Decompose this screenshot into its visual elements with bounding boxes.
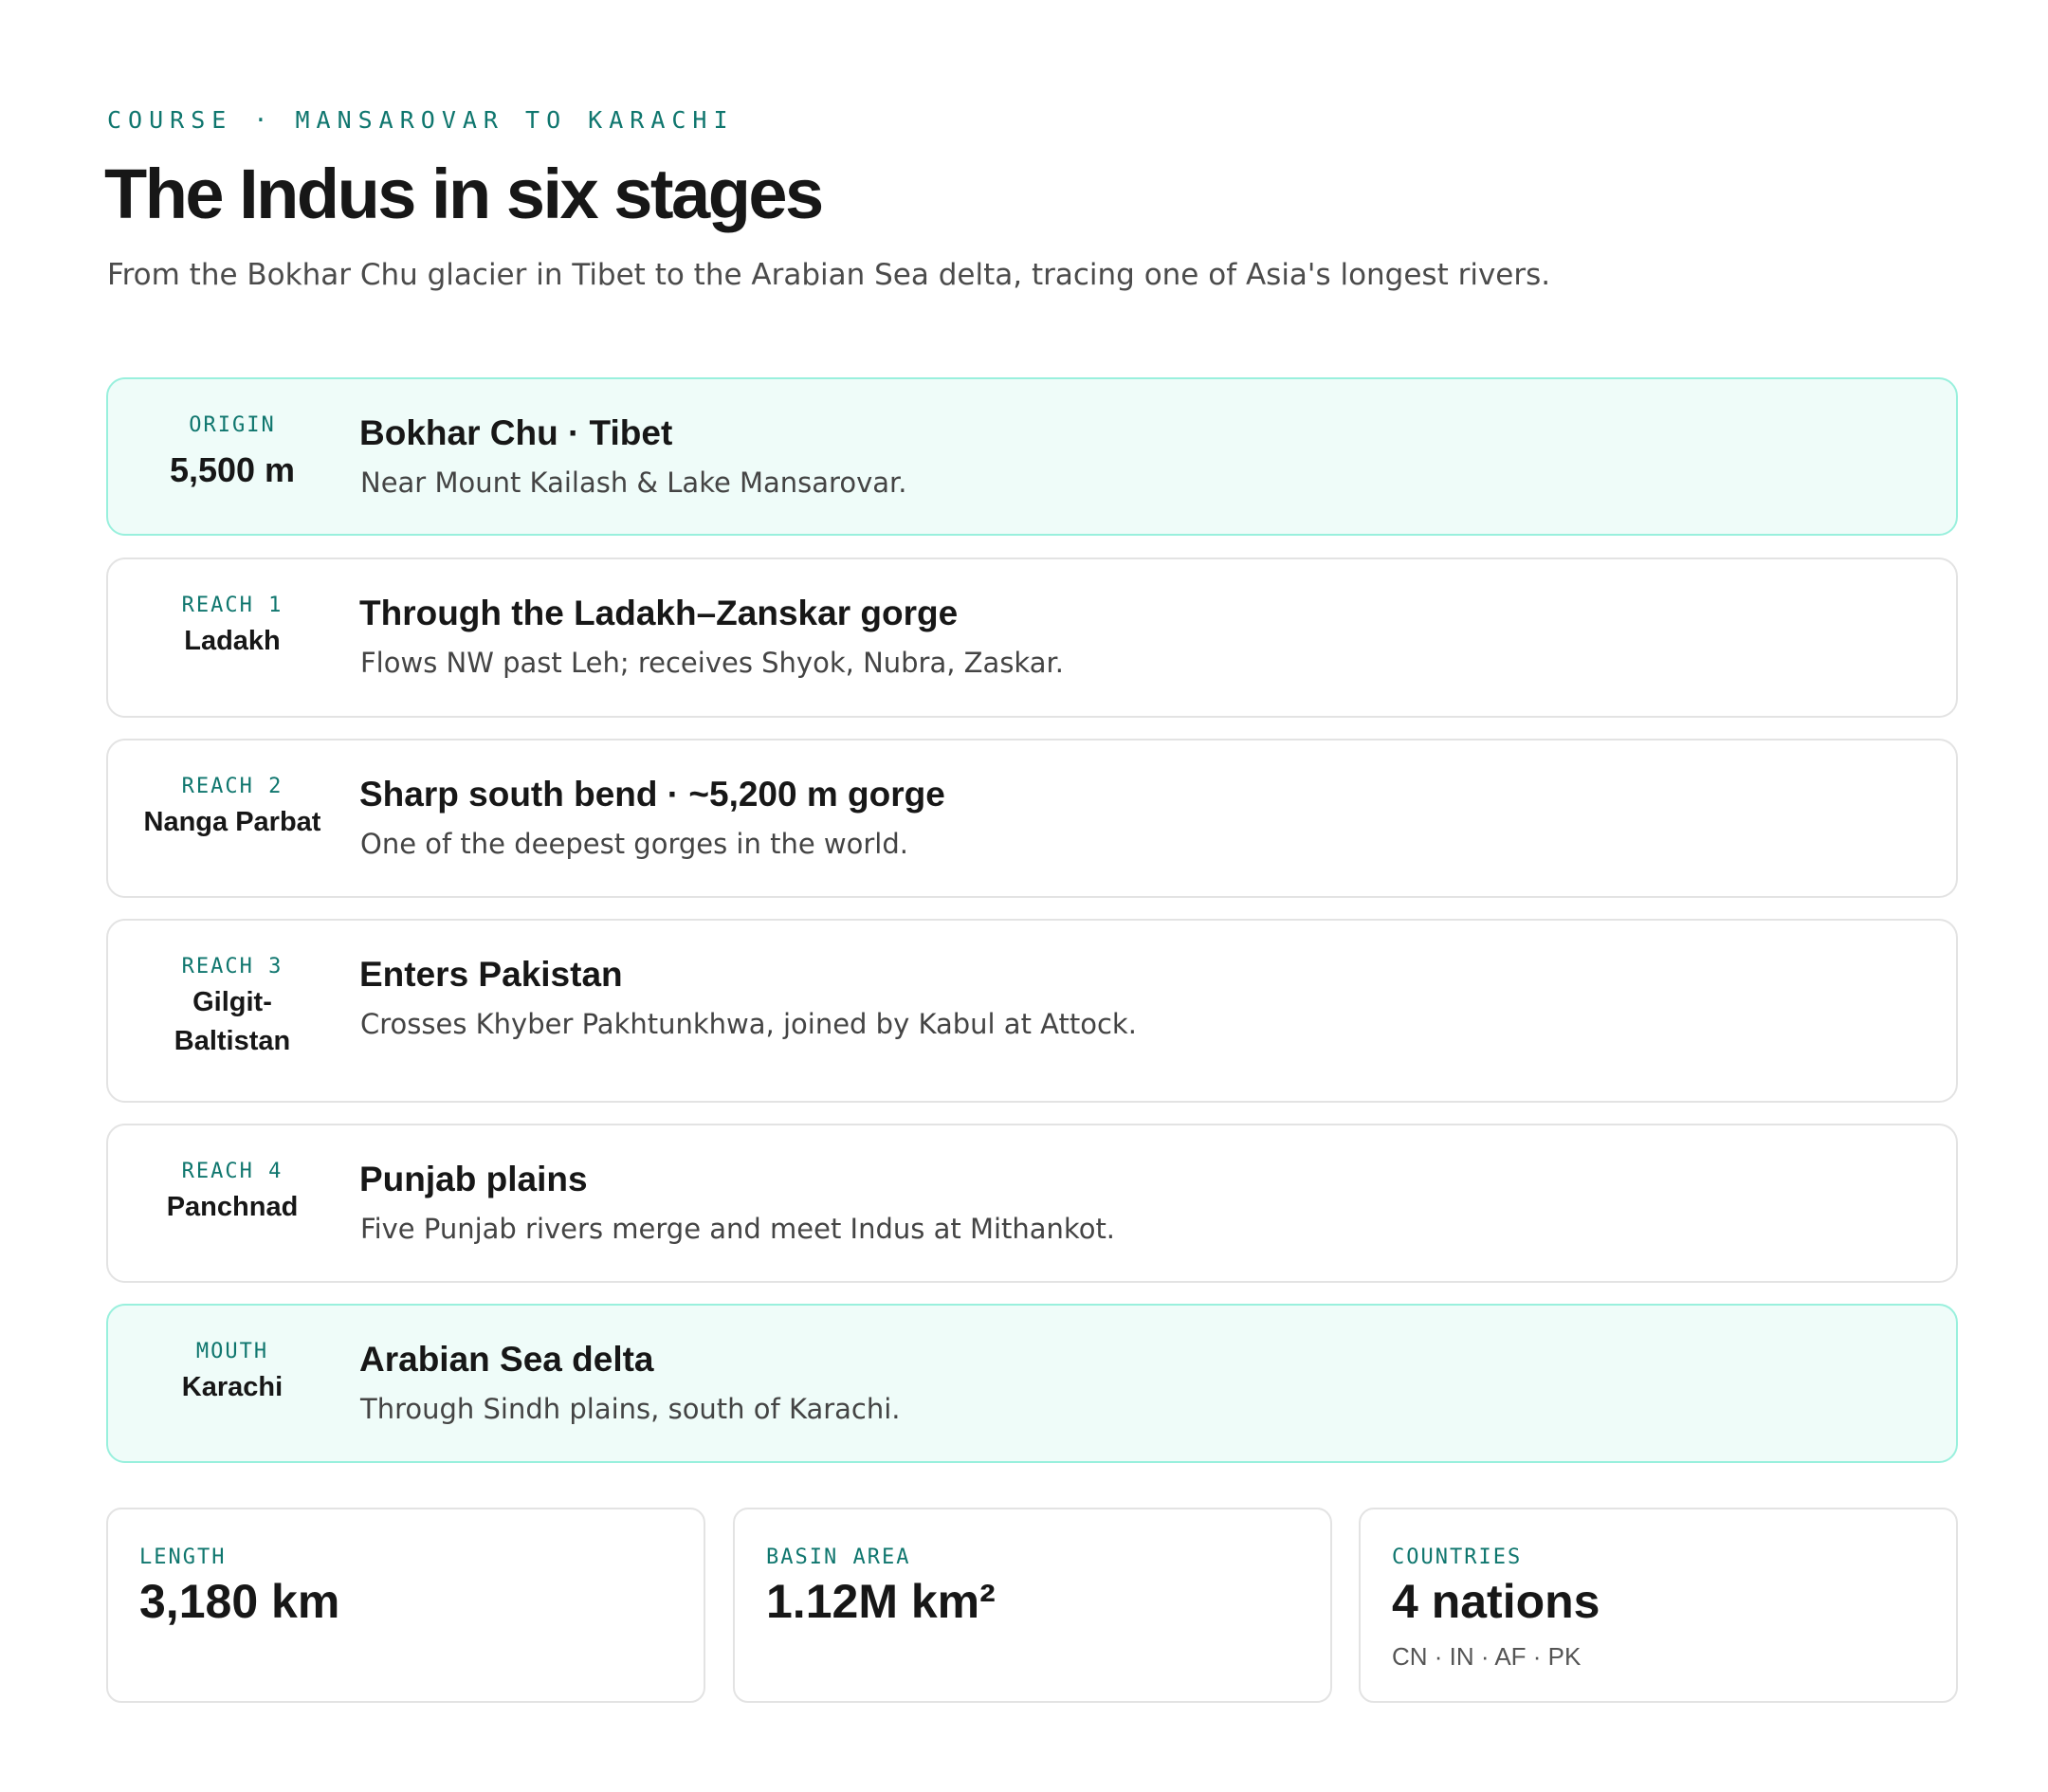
stage-description: Through Sindh plains, south of Karachi. (360, 1393, 901, 1425)
stage-place: Ladakh (184, 626, 281, 656)
stats-row: LENGTH 3,180 km BASIN AREA 1.12M km² COU… (106, 1508, 1958, 1703)
page: COURSE · MANSAROVAR TO KARACHI The Indus… (0, 0, 2048, 1792)
stage-tag: REACH 4 (181, 1160, 283, 1183)
stage-description: Flows NW past Leh; receives Shyok, Nubra… (360, 647, 1064, 679)
stat-label: LENGTH (139, 1545, 227, 1569)
stat-value: 3,180 km (139, 1575, 340, 1628)
stat-card-basin-area: BASIN AREA 1.12M km² (733, 1508, 1332, 1703)
stage-place-line-1: Gilgit- (192, 987, 272, 1017)
stage-place-line-2: Baltistan (174, 1026, 291, 1056)
stage-tag: REACH 3 (181, 955, 283, 978)
stage-description: One of the deepest gorges in the world. (360, 828, 908, 860)
stage-card-mouth: MOUTH Karachi Arabian Sea delta Through … (106, 1304, 1958, 1463)
stage-card-reach-3: REACH 3 Gilgit- Baltistan Enters Pakista… (106, 919, 1958, 1103)
stage-meta: ORIGIN 5,500 m (108, 379, 357, 534)
stage-meta: REACH 2 Nanga Parbat (108, 741, 357, 896)
stage-heading: Enters Pakistan (359, 955, 623, 994)
stage-heading: Through the Ladakh–Zanskar gorge (359, 594, 959, 632)
stage-meta: REACH 1 Ladakh (108, 559, 357, 716)
stage-card-reach-1: REACH 1 Ladakh Through the Ladakh–Zanska… (106, 558, 1958, 718)
stage-place: Panchnad (166, 1192, 299, 1222)
stat-value: 4 nations (1392, 1575, 1600, 1628)
stat-card-countries: COUNTRIES 4 nations CN · IN · AF · PK (1359, 1508, 1958, 1703)
stage-heading: Punjab plains (359, 1160, 588, 1198)
stage-elevation: 5,500 m (169, 450, 296, 489)
stage-tag: MOUTH (195, 1340, 269, 1363)
stage-heading: Sharp south bend · ~5,200 m gorge (359, 775, 945, 814)
stage-card-reach-2: REACH 2 Nanga Parbat Sharp south bend · … (106, 739, 1958, 898)
stage-description: Near Mount Kailash & Lake Mansarovar. (360, 466, 907, 499)
stage-meta: REACH 3 Gilgit- Baltistan (108, 921, 357, 1101)
eyebrow-label: COURSE · MANSAROVAR TO KARACHI (107, 106, 735, 134)
page-title: The Indus in six stages (104, 155, 824, 233)
stage-place: Nanga Parbat (143, 807, 321, 837)
stage-description: Crosses Khyber Pakhtunkhwa, joined by Ka… (360, 1008, 1137, 1040)
stage-meta: MOUTH Karachi (108, 1306, 357, 1461)
stage-tag: REACH 1 (181, 594, 283, 617)
stage-tag: REACH 2 (181, 775, 283, 798)
stage-place: Karachi (181, 1372, 283, 1402)
stage-heading: Bokhar Chu · Tibet (359, 413, 673, 452)
stage-description: Five Punjab rivers merge and meet Indus … (360, 1213, 1116, 1245)
stat-note: CN · IN · AF · PK (1392, 1642, 1582, 1671)
stat-card-length: LENGTH 3,180 km (106, 1508, 705, 1703)
stat-label: BASIN AREA (766, 1545, 911, 1569)
stage-heading: Arabian Sea delta (359, 1340, 654, 1379)
stat-label: COUNTRIES (1392, 1545, 1523, 1569)
stage-card-reach-4: REACH 4 Panchnad Punjab plains Five Punj… (106, 1124, 1958, 1283)
stage-card-origin: ORIGIN 5,500 m Bokhar Chu · Tibet Near M… (106, 377, 1958, 536)
stat-value: 1.12M km² (766, 1575, 996, 1628)
stage-meta: REACH 4 Panchnad (108, 1125, 357, 1281)
stage-tag: ORIGIN (189, 413, 276, 437)
page-subtitle: From the Bokhar Chu glacier in Tibet to … (107, 258, 1551, 292)
